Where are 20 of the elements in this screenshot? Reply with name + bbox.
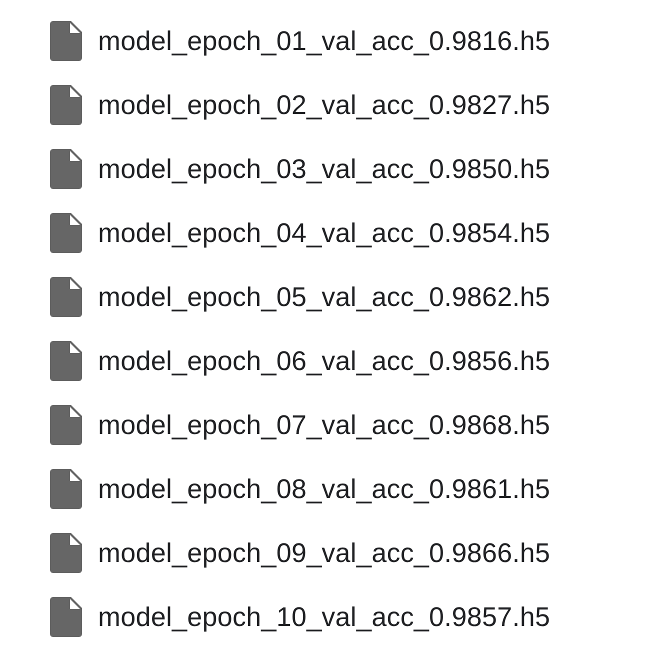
file-icon [50, 21, 82, 61]
file-icon [50, 213, 82, 253]
file-name[interactable]: model_epoch_10_val_acc_0.9857.h5 [98, 602, 550, 632]
file-icon [50, 405, 82, 445]
file-icon [50, 277, 82, 317]
file-name[interactable]: model_epoch_07_val_acc_0.9868.h5 [98, 410, 550, 440]
file-icon [50, 469, 82, 509]
file-name[interactable]: model_epoch_03_val_acc_0.9850.h5 [98, 154, 550, 184]
file-icon [50, 85, 82, 125]
file-icon [50, 533, 82, 573]
file-name[interactable]: model_epoch_05_val_acc_0.9862.h5 [98, 282, 550, 312]
file-name[interactable]: model_epoch_09_val_acc_0.9866.h5 [98, 538, 550, 568]
file-name[interactable]: model_epoch_08_val_acc_0.9861.h5 [98, 474, 550, 504]
file-icon [50, 149, 82, 189]
file-icon [50, 341, 82, 381]
file-name[interactable]: model_epoch_01_val_acc_0.9816.h5 [98, 26, 550, 56]
file-name[interactable]: model_epoch_04_val_acc_0.9854.h5 [98, 218, 550, 248]
file-name[interactable]: model_epoch_06_val_acc_0.9856.h5 [98, 346, 550, 376]
file-icon [50, 597, 82, 637]
file-name[interactable]: model_epoch_02_val_acc_0.9827.h5 [98, 90, 550, 120]
